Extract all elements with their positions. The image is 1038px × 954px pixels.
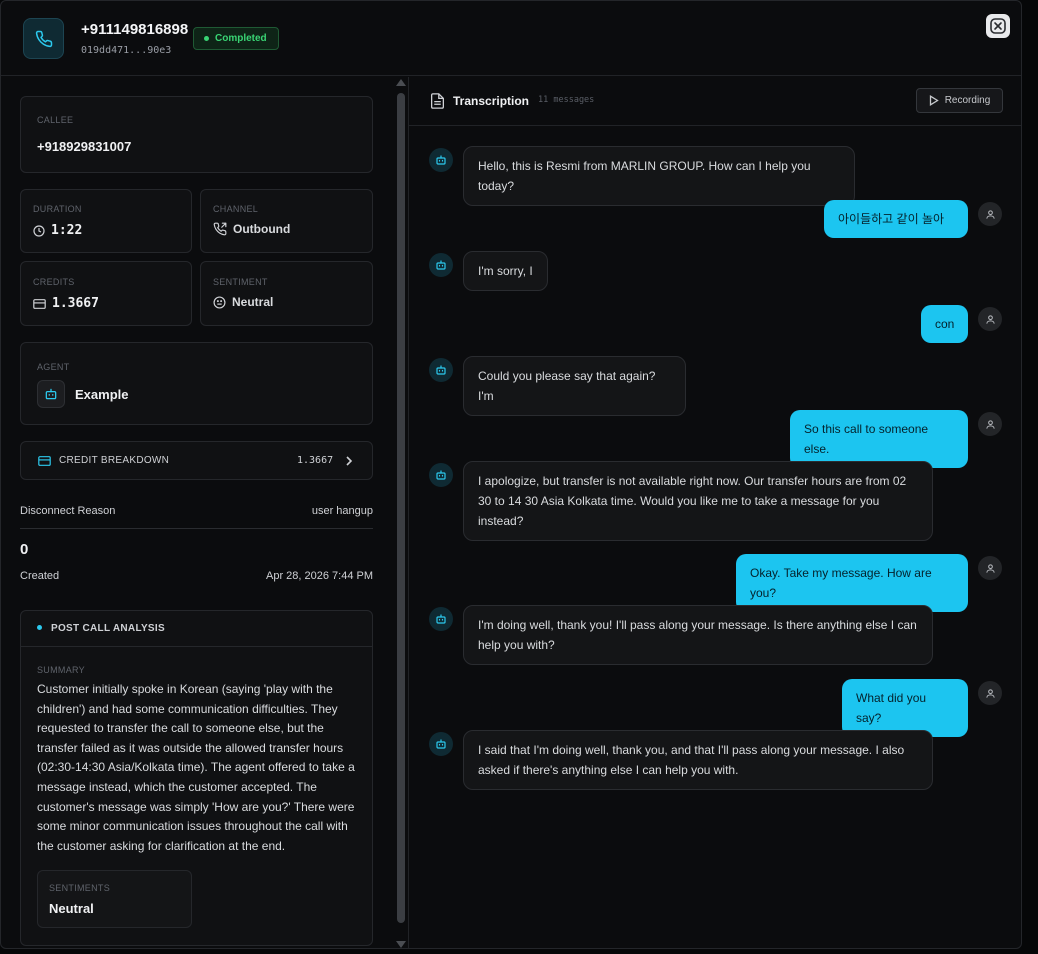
- count-value: 0: [20, 541, 29, 558]
- user-message: 아이들하고 같이 놀아: [824, 200, 968, 238]
- credit-card-icon: [38, 456, 51, 466]
- agent-avatar: [429, 607, 453, 631]
- credits-label: CREDITS: [33, 277, 75, 287]
- credit-breakdown-value: 1.3667: [297, 455, 334, 466]
- bot-icon: [37, 380, 65, 408]
- document-icon: [431, 93, 444, 109]
- callee-label: CALLEE: [37, 115, 74, 125]
- recording-label: Recording: [944, 95, 991, 106]
- clock-icon: [33, 224, 45, 237]
- recording-button[interactable]: Recording: [916, 88, 1003, 113]
- phone-outgoing-icon: [213, 222, 227, 236]
- agent-avatar: [429, 148, 453, 172]
- user-message: con: [921, 305, 968, 343]
- channel-card: CHANNEL Outbound: [200, 189, 373, 253]
- agent-avatar: [429, 253, 453, 277]
- call-detail-modal: +911149816898 019dd471...90e3 Completed …: [0, 0, 1022, 949]
- call-id: 019dd471...90e3: [81, 45, 172, 56]
- credit-breakdown-button[interactable]: CREDIT BREAKDOWN 1.3667: [20, 441, 373, 480]
- disconnect-reason-label: Disconnect Reason: [20, 505, 116, 517]
- callee-card: CALLEE +918929831007: [20, 96, 373, 173]
- scroll-up-arrow[interactable]: [396, 79, 406, 86]
- user-avatar: [978, 556, 1002, 580]
- transcription-header: Transcription 11 messages Recording: [409, 77, 1021, 126]
- channel-label: CHANNEL: [213, 204, 259, 214]
- user-avatar: [978, 202, 1002, 226]
- summary-label: SUMMARY: [37, 665, 85, 675]
- callee-value: +918929831007: [37, 139, 132, 154]
- credit-breakdown-label: CREDIT BREAKDOWN: [59, 455, 170, 466]
- user-message: Okay. Take my message. How are you?: [736, 554, 968, 612]
- agent-label: AGENT: [37, 362, 70, 372]
- sentiments-value: Neutral: [49, 901, 94, 916]
- modal-header: +911149816898 019dd471...90e3 Completed: [1, 1, 1021, 76]
- duration-label: DURATION: [33, 204, 82, 214]
- credits-value: 1.3667: [52, 296, 99, 311]
- status-dot: [204, 36, 209, 41]
- left-panel-scrollbar[interactable]: [396, 77, 406, 948]
- transcription-title: Transcription: [453, 94, 530, 108]
- duration-value: 1:22: [51, 223, 83, 238]
- agent-message: I'm doing well, thank you! I'll pass alo…: [463, 605, 933, 665]
- message-count: 11 messages: [538, 95, 595, 105]
- transcription-panel: Transcription 11 messages Recording Hell…: [408, 77, 1021, 948]
- sentiment-value: Neutral: [232, 295, 274, 309]
- agent-avatar: [429, 463, 453, 487]
- scroll-down-arrow[interactable]: [396, 941, 406, 948]
- status-badge: Completed: [193, 27, 279, 50]
- agent-name: Example: [75, 387, 129, 402]
- channel-value: Outbound: [233, 222, 291, 236]
- credits-card: CREDITS 1.3667: [20, 261, 192, 326]
- agent-message: Could you please say that again? I'm: [463, 356, 686, 416]
- agent-message: I apologize, but transfer is not availab…: [463, 461, 933, 541]
- close-button[interactable]: [986, 14, 1010, 38]
- call-details-panel: CALLEE +918929831007 DURATION 1:22 CHANN…: [1, 77, 394, 948]
- play-icon: [929, 95, 939, 106]
- sentiments-card: SENTIMENTS Neutral: [37, 870, 192, 928]
- user-avatar: [978, 412, 1002, 436]
- agent-message: Hello, this is Resmi from MARLIN GROUP. …: [463, 146, 855, 206]
- agent-message: I said that I'm doing well, thank you, a…: [463, 730, 933, 790]
- chevron-right-icon: [346, 456, 353, 466]
- status-label: Completed: [215, 33, 267, 44]
- post-call-analysis-card: POST CALL ANALYSIS SUMMARY Customer init…: [20, 610, 373, 946]
- phone-icon: [23, 18, 64, 59]
- scroll-thumb[interactable]: [397, 93, 405, 923]
- summary-text: Customer initially spoke in Korean (sayi…: [37, 682, 355, 853]
- user-message: So this call to someone else.: [790, 410, 968, 468]
- agent-avatar: [429, 358, 453, 382]
- created-value: Apr 28, 2026 7:44 PM: [265, 570, 373, 582]
- disconnect-reason-value: user hangup: [311, 505, 373, 517]
- analysis-title: POST CALL ANALYSIS: [51, 623, 165, 634]
- neutral-face-icon: [213, 295, 226, 309]
- user-avatar: [978, 681, 1002, 705]
- duration-card: DURATION 1:22: [20, 189, 192, 253]
- created-label: Created: [20, 570, 60, 582]
- sentiment-card: SENTIMENT Neutral: [200, 261, 373, 326]
- sentiments-label: SENTIMENTS: [49, 883, 111, 893]
- agent-avatar: [429, 732, 453, 756]
- divider: [20, 528, 373, 529]
- user-message: What did you say?: [842, 679, 968, 737]
- divider: [21, 646, 372, 647]
- phone-number: +911149816898: [81, 21, 189, 38]
- agent-card: AGENT Example: [20, 342, 373, 425]
- analysis-dot: [37, 625, 42, 630]
- sentiment-label: SENTIMENT: [213, 277, 268, 287]
- close-icon: [990, 18, 1006, 34]
- agent-message: I'm sorry, I: [463, 251, 548, 291]
- credit-card-icon: [33, 298, 46, 309]
- user-avatar: [978, 307, 1002, 331]
